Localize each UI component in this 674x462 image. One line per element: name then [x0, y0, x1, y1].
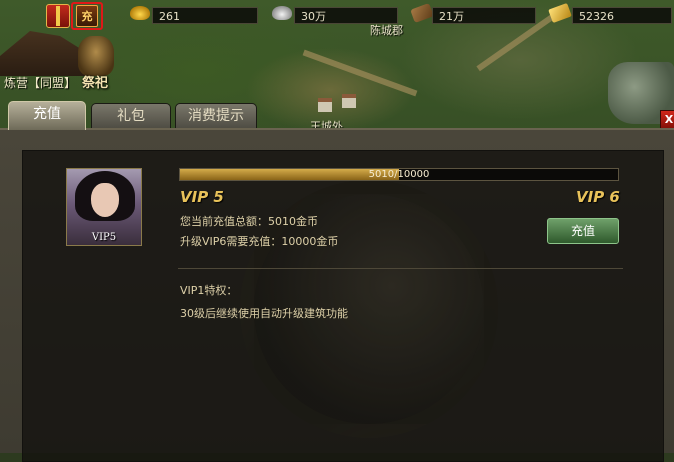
gold-bar-amount: 52326 [572, 7, 672, 24]
wood-amount: 21万 [432, 7, 536, 24]
silver-ingot-icon [272, 6, 292, 20]
recharge-button[interactable]: 充值 [547, 218, 619, 244]
privilege-title: VIP1特权： [180, 284, 238, 297]
portrait-vip-label: VIP5 [91, 232, 117, 243]
sacrifice-urn-icon[interactable] [78, 36, 114, 76]
silver-amount: 30万 [294, 7, 398, 24]
tab-gift-pack[interactable]: 礼包 [91, 103, 171, 129]
gold-ingot-icon [130, 6, 150, 20]
divider [178, 268, 623, 269]
city-name: 炼营【同盟】 [4, 76, 77, 90]
sacrifice-button[interactable]: 祭祀 [82, 72, 108, 91]
map-house [342, 94, 356, 108]
vip-portrait: VIP5 [66, 168, 142, 246]
tab-spending-tips[interactable]: 消费提示 [175, 103, 257, 129]
wood-icon [410, 3, 434, 23]
recharge-shortcut-button[interactable]: 充 [71, 2, 103, 30]
privilege-item: 30级后继续使用自动升级建筑功能 [180, 307, 348, 320]
map-house [318, 98, 332, 112]
gold-bar-icon [548, 3, 572, 23]
gold-amount: 261 [152, 7, 258, 24]
close-button[interactable]: X [660, 110, 674, 130]
upgrade-requirement-text: 升级VIP6需要充值：10000金币 [180, 235, 339, 248]
tab-recharge[interactable]: 充值 [8, 101, 86, 130]
resource-bar: 充 261 30万 21万 52326 [0, 0, 674, 30]
map-road [302, 49, 418, 97]
portrait-face [91, 183, 119, 217]
vip-progress-text: 5010/10000 [368, 169, 430, 180]
next-vip-level: VIP 6 [576, 188, 620, 206]
gift-icon[interactable] [46, 4, 70, 28]
current-vip-level: VIP 5 [180, 188, 224, 206]
recharge-icon: 充 [76, 5, 98, 27]
total-recharge-text: 您当前充值总额：5010金币 [180, 215, 318, 228]
vip-progress-bar: 5010/10000 [179, 168, 619, 181]
